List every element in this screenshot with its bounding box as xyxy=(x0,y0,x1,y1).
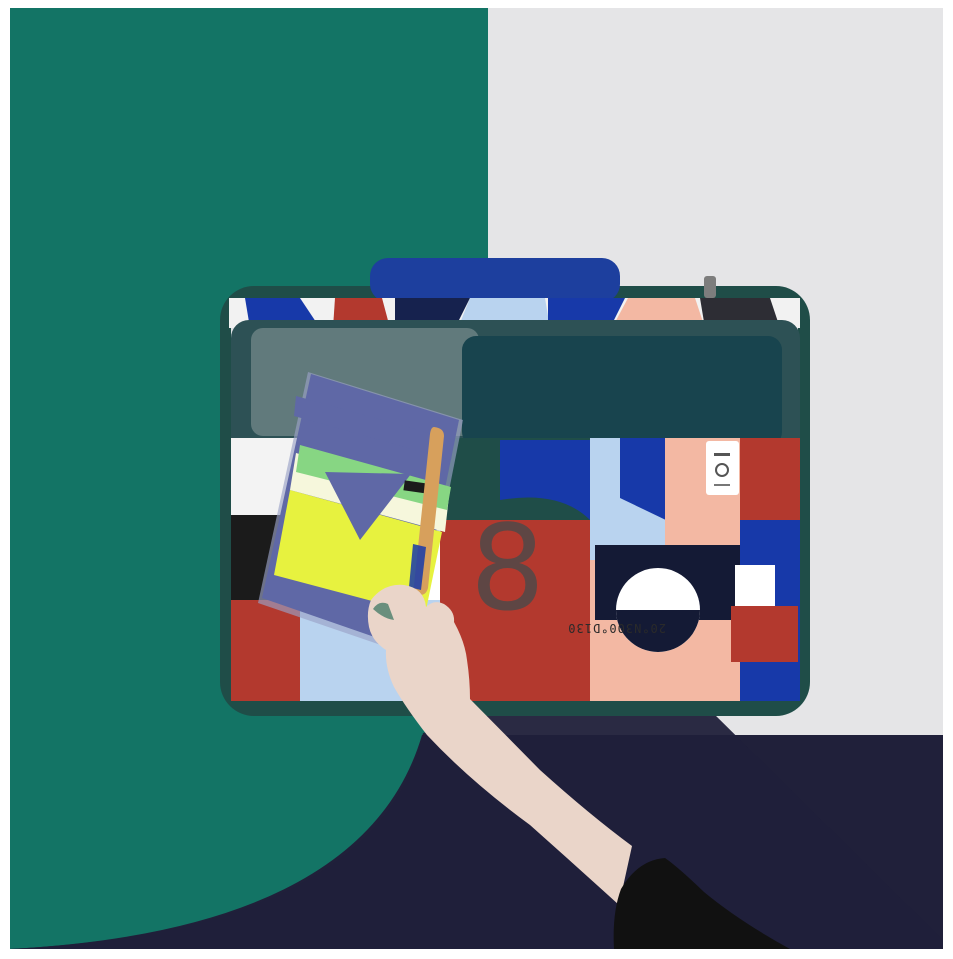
bag-handle xyxy=(370,258,620,302)
bag-coordinates-print: 20°N300°D130 xyxy=(567,621,666,635)
product-photo: 8 20°N300°D130 xyxy=(0,0,953,959)
brand-tag-icon xyxy=(706,441,739,495)
photo-frame: 8 20°N300°D130 xyxy=(0,0,953,959)
zipper-pull xyxy=(704,276,716,298)
folded-clothes-navy xyxy=(462,336,782,446)
bag-number-print: 8 xyxy=(470,499,545,637)
